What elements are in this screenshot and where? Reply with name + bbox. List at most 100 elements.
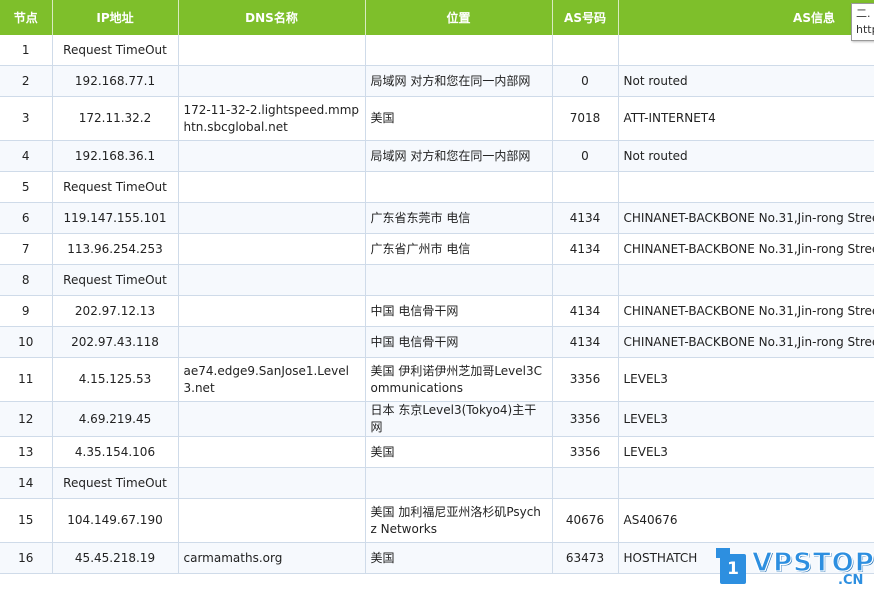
cell-ip-address: Request TimeOut <box>52 171 179 203</box>
cell-ip-address: 119.147.155.101 <box>52 202 179 234</box>
cell-location: 中国 电信骨干网 <box>365 326 553 358</box>
cell-as-number <box>552 264 619 296</box>
cell-location: 日本 东京Level3(Tokyo4)主干网 <box>365 401 553 437</box>
cell-as-number: 4134 <box>552 295 619 327</box>
cell-dns-name <box>178 326 366 358</box>
cell-as-info <box>618 171 874 203</box>
cell-node: 8 <box>0 264 53 296</box>
cell-as-info: CHINANET-BACKBONE No.31,Jin-rong Street <box>618 295 874 327</box>
cell-as-number: 0 <box>552 65 619 97</box>
column-header-ip: IP地址 <box>52 0 179 35</box>
cell-ip-address: 104.149.67.190 <box>52 498 179 543</box>
cell-location: 美国 加利福尼亚州洛杉矶Psychz Networks <box>365 498 553 543</box>
cell-as-info: Not routed <box>618 140 874 172</box>
table-header: 节点 IP地址 DNS名称 位置 AS号码 AS信息 <box>0 0 874 35</box>
cell-node: 15 <box>0 498 53 543</box>
cell-as-info: Not routed <box>618 65 874 97</box>
cell-ip-address: Request TimeOut <box>52 467 179 499</box>
cell-as-info <box>618 264 874 296</box>
cell-node: 16 <box>0 542 53 574</box>
cell-ip-address: 113.96.254.253 <box>52 233 179 265</box>
cell-dns-name <box>178 171 366 203</box>
cell-ip-address: 4.35.154.106 <box>52 436 179 468</box>
table-row: 11 4.15.125.53 ae74.edge9.SanJose1.Level3.… <box>0 357 874 402</box>
cell-dns-name <box>178 401 366 437</box>
table-row: 10 202.97.43.118 中国 电信骨干网 4134 CHINANET-BACK… <box>0 326 874 358</box>
tooltip-line: http <box>856 23 874 36</box>
cell-node: 1 <box>0 35 53 66</box>
logo-tld-text: .CN <box>838 573 864 588</box>
cell-location: 美国 <box>365 542 553 574</box>
cell-location <box>365 35 553 66</box>
cell-node: 12 <box>0 401 53 437</box>
cell-as-info: LEVEL3 <box>618 436 874 468</box>
cell-location <box>365 171 553 203</box>
table-body: 1 Request TimeOut 2 192.168.77.1 局域网 对方和您在同一… <box>0 35 874 574</box>
tooltip-line: 二. <box>856 7 871 20</box>
cell-ip-address: 192.168.36.1 <box>52 140 179 172</box>
cell-location: 美国 <box>365 436 553 468</box>
cell-as-number: 7018 <box>552 96 619 141</box>
cell-node: 6 <box>0 202 53 234</box>
cell-dns-name: ae74.edge9.SanJose1.Level3.net <box>178 357 366 402</box>
table-row: 7 113.96.254.253 广东省广州市 电信 4134 CHINANET-BAC… <box>0 233 874 265</box>
table-row: 1 Request TimeOut <box>0 35 874 66</box>
table-row: 13 4.35.154.106 美国 3356 LEVEL3 <box>0 436 874 468</box>
table-row: 6 119.147.155.101 广东省东莞市 电信 4134 CHINANET-BA… <box>0 202 874 234</box>
cell-dns-name <box>178 467 366 499</box>
cell-node: 4 <box>0 140 53 172</box>
cell-as-info: CHINANET-BACKBONE No.31,Jin-rong Street <box>618 233 874 265</box>
cell-ip-address: 4.69.219.45 <box>52 401 179 437</box>
cell-as-number: 4134 <box>552 202 619 234</box>
cell-location: 广东省东莞市 电信 <box>365 202 553 234</box>
cell-as-info <box>618 467 874 499</box>
column-header-location: 位置 <box>365 0 553 35</box>
table-row: 3 172.11.32.2 172-11-32-2.lightspeed.mmpht… <box>0 96 874 141</box>
cell-as-number <box>552 467 619 499</box>
cell-as-info: CHINANET-BACKBONE No.31,Jin-rong Street <box>618 326 874 358</box>
cell-as-info <box>618 35 874 66</box>
table-row: 8 Request TimeOut <box>0 264 874 296</box>
logo-badge: 1 <box>716 548 746 584</box>
cell-node: 7 <box>0 233 53 265</box>
cell-as-number <box>552 171 619 203</box>
table-row: 2 192.168.77.1 局域网 对方和您在同一内部网 0 Not routed <box>0 65 874 97</box>
cell-dns-name <box>178 264 366 296</box>
cell-node: 14 <box>0 467 53 499</box>
cell-location: 广东省广州市 电信 <box>365 233 553 265</box>
table-row: 15 104.149.67.190 美国 加利福尼亚州洛杉矶Psychz Netwo… <box>0 498 874 543</box>
cell-location: 中国 电信骨干网 <box>365 295 553 327</box>
cell-ip-address: 202.97.12.13 <box>52 295 179 327</box>
cell-as-info: LEVEL3 <box>618 401 874 437</box>
cell-ip-address: 45.45.218.19 <box>52 542 179 574</box>
cell-as-number: 0 <box>552 140 619 172</box>
cell-as-number: 3356 <box>552 436 619 468</box>
cell-ip-address: Request TimeOut <box>52 35 179 66</box>
cell-dns-name <box>178 498 366 543</box>
cell-location: 局域网 对方和您在同一内部网 <box>365 140 553 172</box>
column-header-as-info: AS信息 <box>618 0 874 35</box>
cell-as-number: 4134 <box>552 326 619 358</box>
cell-location: 美国 <box>365 96 553 141</box>
column-header-as-number: AS号码 <box>552 0 619 35</box>
cell-location: 局域网 对方和您在同一内部网 <box>365 65 553 97</box>
cell-as-number: 3356 <box>552 401 619 437</box>
cell-node: 13 <box>0 436 53 468</box>
header-row: 节点 IP地址 DNS名称 位置 AS号码 AS信息 <box>0 0 874 35</box>
table-row: 5 Request TimeOut <box>0 171 874 203</box>
cell-ip-address: 4.15.125.53 <box>52 357 179 402</box>
cell-ip-address: 202.97.43.118 <box>52 326 179 358</box>
cell-location: 美国 伊利诺伊州芝加哥Level3Communications <box>365 357 553 402</box>
cell-dns-name <box>178 233 366 265</box>
cell-as-number: 40676 <box>552 498 619 543</box>
cell-node: 9 <box>0 295 53 327</box>
cell-dns-name <box>178 140 366 172</box>
cell-ip-address: Request TimeOut <box>52 264 179 296</box>
cell-dns-name <box>178 35 366 66</box>
table-row: 4 192.168.36.1 局域网 对方和您在同一内部网 0 Not routed <box>0 140 874 172</box>
cell-as-info: LEVEL3 <box>618 357 874 402</box>
tooltip-popup: 二. http <box>851 3 874 41</box>
cell-dns-name <box>178 65 366 97</box>
column-header-node: 节点 <box>0 0 53 35</box>
cell-node: 10 <box>0 326 53 358</box>
